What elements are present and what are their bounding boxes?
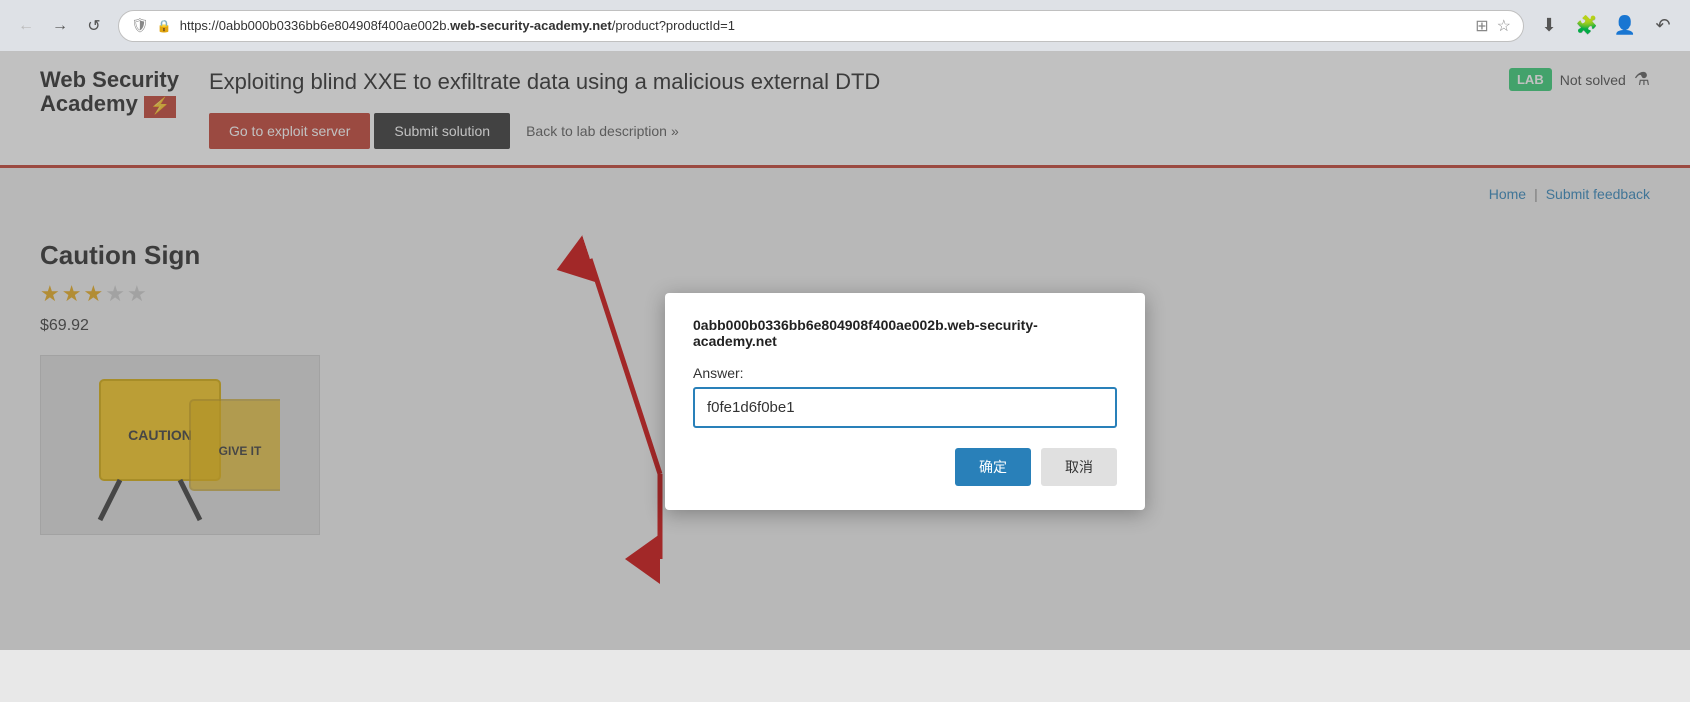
dialog-label: Answer:: [693, 365, 1117, 381]
forward-button[interactable]: →: [46, 12, 74, 40]
url-domain: web-security-academy.net: [450, 18, 612, 33]
dialog-input[interactable]: [693, 387, 1117, 428]
dialog-buttons: 确定 取消: [693, 448, 1117, 486]
browser-chrome: ← → ↺ 🛡 🔒 https://0abb000b0336bb6e804908…: [0, 0, 1690, 52]
dialog-box: 0abb000b0336bb6e804908f400ae002b.web-sec…: [665, 293, 1145, 510]
menu-icon[interactable]: ↶: [1648, 11, 1678, 41]
bookmark-icon: ☆: [1497, 16, 1511, 36]
nav-buttons: ← → ↺: [12, 12, 108, 40]
url-display: https://0abb000b0336bb6e804908f400ae002b…: [180, 18, 1468, 33]
address-bar[interactable]: 🛡 🔒 https://0abb000b0336bb6e804908f400ae…: [118, 10, 1524, 42]
back-button[interactable]: ←: [12, 12, 40, 40]
cancel-button[interactable]: 取消: [1041, 448, 1117, 486]
profile-icon[interactable]: 👤: [1610, 11, 1640, 41]
lock-icon: 🔒: [157, 19, 172, 33]
browser-toolbar: ⬇ 🧩 👤 ↶: [1534, 11, 1678, 41]
extensions-icon[interactable]: 🧩: [1572, 11, 1602, 41]
confirm-button[interactable]: 确定: [955, 448, 1031, 486]
url-path: /product?productId=1: [612, 18, 735, 33]
dialog-origin: 0abb000b0336bb6e804908f400ae002b.web-sec…: [693, 317, 1117, 349]
qr-icon: ⊞: [1475, 16, 1488, 36]
download-icon[interactable]: ⬇: [1534, 11, 1564, 41]
page-content: Web Security Academy ⚡ Exploiting blind …: [0, 52, 1690, 650]
shield-icon: 🛡: [131, 17, 149, 34]
refresh-button[interactable]: ↺: [80, 12, 108, 40]
url-prefix: https://0abb000b0336bb6e804908f400ae002b…: [180, 18, 450, 33]
dialog-overlay: 0abb000b0336bb6e804908f400ae002b.web-sec…: [0, 52, 1690, 650]
